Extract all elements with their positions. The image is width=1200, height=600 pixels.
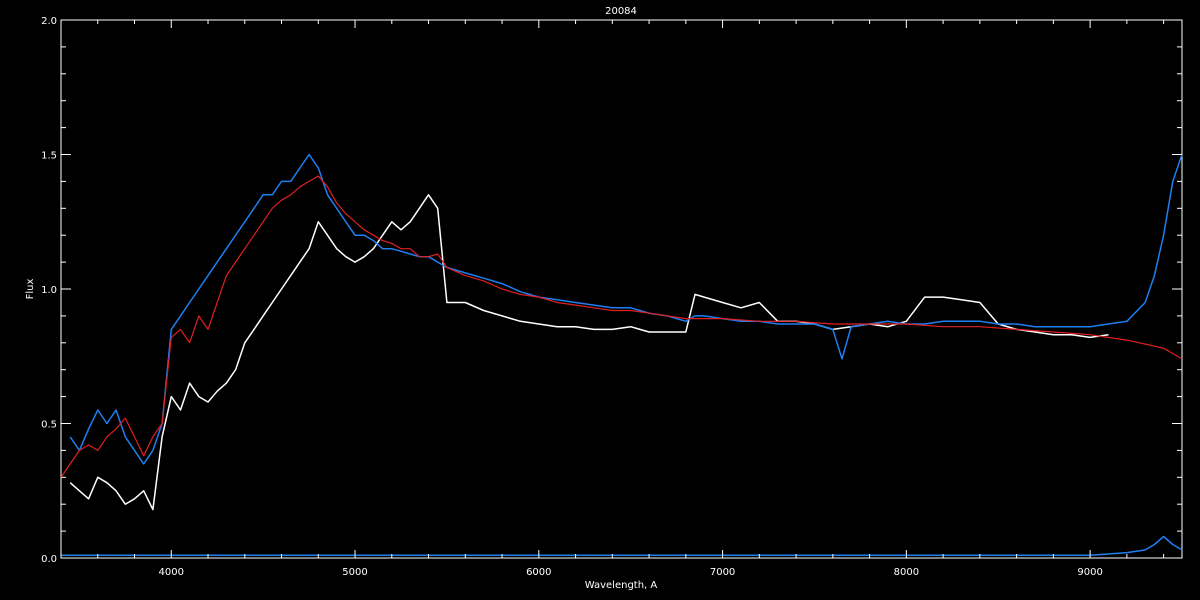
y-axis-label: Flux bbox=[25, 279, 36, 300]
y-tick-label: 1.0 bbox=[41, 285, 57, 296]
y-tick-label: 2.0 bbox=[41, 16, 57, 27]
x-tick-label: 9000 bbox=[1077, 567, 1102, 578]
chart-title: 20084 bbox=[605, 6, 637, 17]
x-tick-label: 4000 bbox=[159, 567, 184, 578]
series-line-3 bbox=[61, 535, 1183, 557]
x-tick-label: 6000 bbox=[526, 567, 551, 578]
series-line-2 bbox=[60, 175, 1183, 478]
y-tick-label: 0.5 bbox=[41, 420, 57, 431]
y-tick-label: 0.0 bbox=[41, 554, 57, 565]
x-tick-label: 8000 bbox=[894, 567, 919, 578]
series-line-1 bbox=[69, 153, 1183, 465]
series-line-0 bbox=[69, 194, 1109, 511]
x-tick-label: 7000 bbox=[710, 567, 735, 578]
spectrum-chart: 20084 Wavelength, A Flux 4000 5000 6000 700… bbox=[25, 6, 1183, 591]
plot-area: 4000 5000 6000 7000 8000 9000 0.0 0.5 1.0 1.5 2.0 bbox=[41, 16, 1183, 578]
y-tick-label: 1.5 bbox=[41, 151, 57, 162]
x-axis-label: Wavelength, A bbox=[585, 580, 658, 591]
x-tick-label: 5000 bbox=[342, 567, 367, 578]
plot-frame bbox=[60, 19, 1183, 559]
